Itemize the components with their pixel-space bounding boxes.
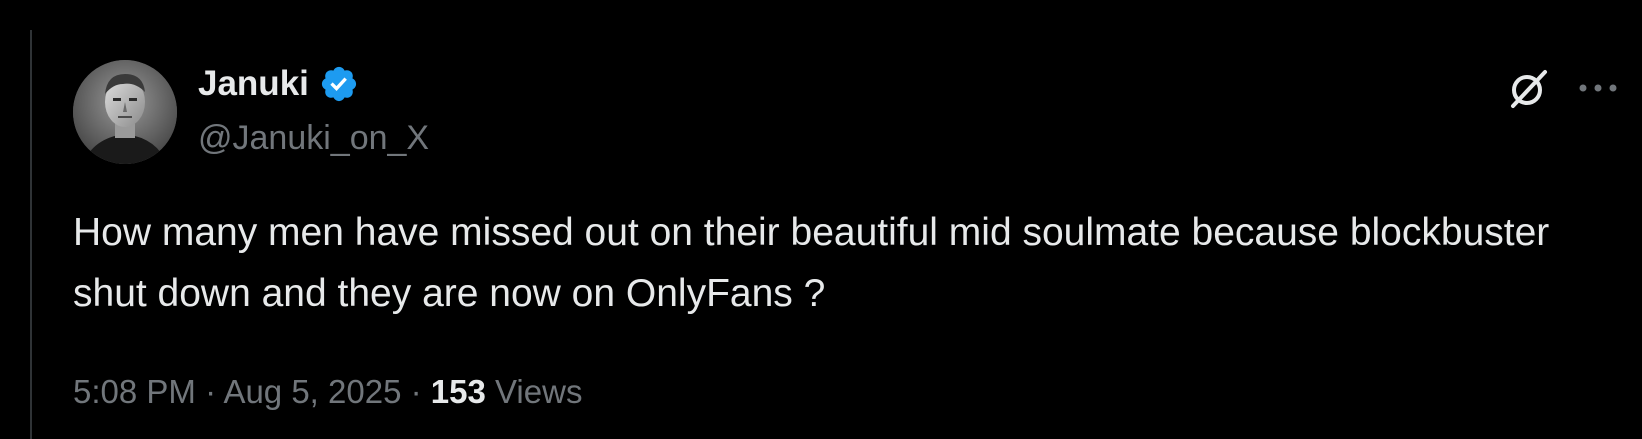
author-name-row[interactable]: Januki — [198, 62, 359, 106]
meta-separator: · — [410, 373, 422, 410]
tweet-date[interactable]: Aug 5, 2025 — [223, 373, 401, 410]
avatar-photo — [73, 60, 177, 164]
views-count: 153 — [430, 373, 486, 410]
tweet-text: How many men have missed out on their be… — [73, 211, 1550, 315]
tweet-time[interactable]: 5:08 PM — [73, 373, 196, 410]
thread-line — [30, 30, 32, 439]
tweet-meta: 5:08 PM · Aug 5, 2025 · 153 Views — [73, 370, 582, 414]
avatar[interactable] — [73, 60, 177, 164]
views-label: Views — [495, 373, 583, 410]
more-icon[interactable] — [1575, 78, 1621, 98]
meta-separator: · — [205, 373, 217, 410]
display-name[interactable]: Januki — [198, 62, 309, 106]
verified-badge-icon[interactable] — [319, 64, 359, 104]
grok-icon[interactable] — [1505, 66, 1551, 112]
tweet-detail: Januki @Januki_on_X How many men have mi… — [0, 0, 1642, 439]
author-handle[interactable]: @Januki_on_X — [198, 116, 429, 160]
